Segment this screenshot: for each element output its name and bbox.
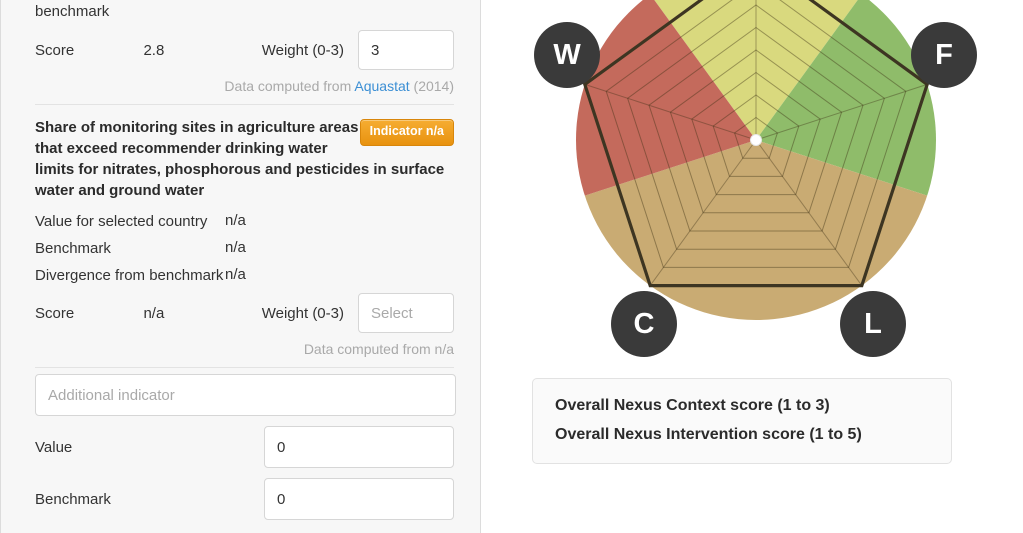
additional-value-input[interactable] xyxy=(264,426,454,468)
radar-center-dot xyxy=(750,134,762,146)
indicator-row-value-label: Value for selected country xyxy=(35,213,208,230)
radar-axis-bubble-l[interactable]: L xyxy=(840,291,906,357)
top-score-value: 2.8 xyxy=(143,41,165,59)
indicator-row-value: Value for selected country n/a xyxy=(35,212,454,234)
radar-axis-bubble-c[interactable]: C xyxy=(611,291,677,357)
additional-indicator-input[interactable] xyxy=(35,374,456,416)
indicator-row-benchmark: Benchmark n/a xyxy=(35,239,454,261)
top-score-label: Score xyxy=(35,41,75,59)
indicator-score-value: n/a xyxy=(143,304,165,322)
top-source-year: (2014) xyxy=(409,78,454,94)
additional-benchmark-input[interactable] xyxy=(264,478,454,520)
nexus-score-legend: Overall Nexus Context score (1 to 3) Ove… xyxy=(532,378,952,464)
radar-axis-bubble-f[interactable]: F xyxy=(911,22,977,88)
panel-divider-2 xyxy=(35,367,454,368)
indicator-panel-content: benchmark Score 2.8 Weight (0-3) Data co… xyxy=(1,0,480,520)
indicator-weight-label: Weight (0-3) xyxy=(261,304,344,322)
top-source-prefix: Data computed from xyxy=(224,78,355,94)
divergence-row-continued: benchmark xyxy=(35,2,454,24)
additional-indicator-form: Value Benchmark xyxy=(35,374,456,520)
indicator-row-benchmark-label: Benchmark xyxy=(35,240,111,257)
top-weight-input[interactable] xyxy=(358,30,454,70)
radar-axis-label-w: W xyxy=(553,38,581,71)
radar-axis-bubble-w[interactable]: W xyxy=(534,22,600,88)
indicator-weight-select[interactable] xyxy=(358,293,454,333)
radar-svg xyxy=(576,0,936,320)
app-root: benchmark Score 2.8 Weight (0-3) Data co… xyxy=(0,0,1023,533)
indicator-panel: benchmark Score 2.8 Weight (0-3) Data co… xyxy=(0,0,481,533)
indicator-source-note: Data computed from n/a xyxy=(303,341,454,357)
indicator-row-value-value: n/a xyxy=(225,212,246,229)
indicator-title-block: Indicator n/a Share of monitoring sites … xyxy=(35,117,454,201)
top-source-note: Data computed from Aquastat (2014) xyxy=(35,78,454,94)
radar-axis-label-f: F xyxy=(935,38,953,71)
indicator-score-label: Score xyxy=(35,304,75,322)
top-weight-label: Weight (0-3) xyxy=(261,41,344,59)
nexus-radar-chart: W F C L xyxy=(534,0,977,357)
indicator-score-row: Score n/a Weight (0-3) xyxy=(35,293,454,333)
top-score-row: Score 2.8 Weight (0-3) xyxy=(35,30,454,70)
indicator-row-benchmark-value: n/a xyxy=(225,239,246,256)
additional-benchmark-label: Benchmark xyxy=(35,490,111,508)
divergence-label-continued: benchmark xyxy=(35,3,110,20)
additional-value-label: Value xyxy=(35,438,73,456)
legend-line-intervention: Overall Nexus Intervention score (1 to 5… xyxy=(555,426,862,443)
radar-axis-label-l: L xyxy=(864,307,882,340)
indicator-row-divergence-label: Divergence from benchmark xyxy=(35,267,224,284)
indicator-na-badge: Indicator n/a xyxy=(359,119,454,146)
indicator-row-divergence: Divergence from benchmark n/a xyxy=(35,266,454,288)
nexus-visual-panel: W F C L Overall Nexus Context score (1 t… xyxy=(481,0,1023,533)
indicator-row-divergence-value: n/a xyxy=(225,266,246,283)
additional-benchmark-row: Benchmark xyxy=(35,478,454,520)
aquastat-link[interactable]: Aquastat xyxy=(354,78,409,94)
radar-axis-label-c: C xyxy=(633,307,655,340)
legend-line-context: Overall Nexus Context score (1 to 3) xyxy=(555,397,830,414)
additional-value-row: Value xyxy=(35,426,454,468)
